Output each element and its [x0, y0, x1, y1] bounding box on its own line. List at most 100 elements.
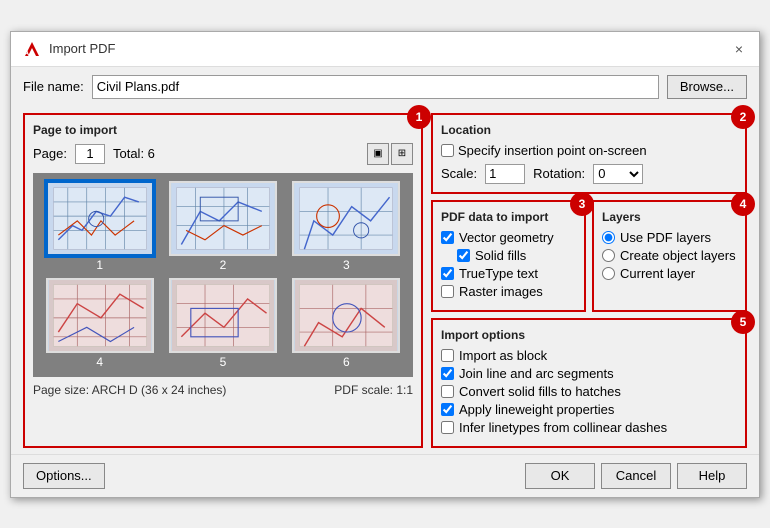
page-size-row: Page size: ARCH D (36 x 24 inches) PDF s… [33, 383, 413, 397]
join-line-arc-label[interactable]: Join line and arc segments [459, 366, 614, 381]
thumbnail-label-4: 4 [96, 355, 103, 369]
svg-text:A: A [24, 50, 29, 57]
badge-4: 4 [731, 192, 755, 216]
create-object-layers-label[interactable]: Create object layers [620, 248, 736, 263]
raster-images-label[interactable]: Raster images [459, 284, 543, 299]
file-row: File name: Browse... [11, 67, 759, 107]
page-controls: Page: Total: 6 ▣ ⊞ [33, 143, 413, 165]
options-button[interactable]: Options... [23, 463, 105, 489]
layers-title: Layers [602, 210, 737, 224]
infer-linetypes-label[interactable]: Infer linetypes from collinear dashes [459, 420, 667, 435]
specify-label[interactable]: Specify insertion point on-screen [458, 143, 647, 158]
location-section: 2 Location Specify insertion point on-sc… [431, 113, 747, 194]
thumbnail-img-2 [169, 181, 277, 256]
import-options-title: Import options [441, 328, 737, 342]
scale-input[interactable] [485, 164, 525, 184]
solid-fills-label[interactable]: Solid fills [475, 248, 526, 263]
dialog-title: Import PDF [49, 41, 115, 56]
main-content: 1 Page to import Page: Total: 6 ▣ ⊞ [11, 107, 759, 454]
browse-button[interactable]: Browse... [667, 75, 747, 99]
page-to-import-panel: 1 Page to import Page: Total: 6 ▣ ⊞ [23, 113, 423, 448]
ok-button[interactable]: OK [525, 463, 595, 489]
thumbnail-img-5 [169, 278, 277, 353]
infer-linetypes-checkbox[interactable] [441, 421, 454, 434]
scale-rotation-row: Scale: Rotation: 0 90 180 270 [441, 164, 737, 184]
convert-solid-fills-label[interactable]: Convert solid fills to hatches [459, 384, 621, 399]
apply-lineweight-label[interactable]: Apply lineweight properties [459, 402, 614, 417]
scale-label: Scale: [441, 166, 477, 181]
layers-section: 4 Layers Use PDF layers Create object la… [592, 200, 747, 312]
badge-5: 5 [731, 310, 755, 334]
apply-lineweight-checkbox[interactable] [441, 403, 454, 416]
create-object-layers-row: Create object layers [602, 248, 737, 263]
solid-fills-row: Solid fills [457, 248, 576, 263]
page-size-label: Page size: ARCH D (36 x 24 inches) [33, 383, 226, 397]
solid-fills-checkbox[interactable] [457, 249, 470, 262]
grid-view-button[interactable]: ⊞ [391, 143, 413, 165]
pdf-scale-label: PDF scale: 1:1 [334, 383, 413, 397]
thumbnail-img-4 [46, 278, 154, 353]
truetype-row: TrueType text [441, 266, 576, 281]
use-pdf-layers-label[interactable]: Use PDF layers [620, 230, 711, 245]
vector-geometry-checkbox[interactable] [441, 231, 454, 244]
thumbnail-img-1 [46, 181, 154, 256]
import-as-block-label[interactable]: Import as block [459, 348, 547, 363]
bottom-buttons: Options... OK Cancel Help [11, 454, 759, 497]
title-bar-left: A Import PDF [23, 40, 115, 58]
thumbnail-label-5: 5 [220, 355, 227, 369]
help-button[interactable]: Help [677, 463, 747, 489]
thumbnail-6[interactable]: 6 [288, 278, 405, 369]
thumbnail-label-1: 1 [96, 258, 103, 272]
import-as-block-checkbox[interactable] [441, 349, 454, 362]
badge-2: 2 [731, 105, 755, 129]
import-pdf-dialog: A Import PDF × File name: Browse... 1 Pa… [10, 31, 760, 498]
use-pdf-layers-row: Use PDF layers [602, 230, 737, 245]
rotation-select[interactable]: 0 90 180 270 [593, 164, 643, 184]
total-label: Total: 6 [113, 146, 155, 161]
specify-checkbox[interactable] [441, 144, 454, 157]
location-title: Location [441, 123, 737, 137]
rotation-label: Rotation: [533, 166, 585, 181]
join-line-arc-row: Join line and arc segments [441, 366, 737, 381]
infer-linetypes-row: Infer linetypes from collinear dashes [441, 420, 737, 435]
truetype-label[interactable]: TrueType text [459, 266, 538, 281]
import-as-block-row: Import as block [441, 348, 737, 363]
badge-3: 3 [570, 192, 594, 216]
autocad-icon: A [23, 40, 41, 58]
title-bar: A Import PDF × [11, 32, 759, 67]
raster-images-row: Raster images [441, 284, 576, 299]
current-layer-label[interactable]: Current layer [620, 266, 695, 281]
thumbnail-4[interactable]: 4 [41, 278, 158, 369]
use-pdf-layers-radio[interactable] [602, 231, 615, 244]
badge-1: 1 [407, 105, 431, 129]
page-label: Page: [33, 146, 67, 161]
pdf-data-title: PDF data to import [441, 210, 576, 224]
import-options-section: 5 Import options Import as block Join li… [431, 318, 747, 448]
specify-row: Specify insertion point on-screen [441, 143, 737, 158]
thumbnail-2[interactable]: 2 [164, 181, 281, 272]
create-object-layers-radio[interactable] [602, 249, 615, 262]
thumbnail-5[interactable]: 5 [164, 278, 281, 369]
pdf-data-section: 3 PDF data to import Vector geometry Sol… [431, 200, 586, 312]
raster-images-checkbox[interactable] [441, 285, 454, 298]
right-panel: 2 Location Specify insertion point on-sc… [423, 113, 747, 448]
convert-solid-fills-checkbox[interactable] [441, 385, 454, 398]
file-name-label: File name: [23, 79, 84, 94]
truetype-checkbox[interactable] [441, 267, 454, 280]
join-line-arc-checkbox[interactable] [441, 367, 454, 380]
thumbnail-3[interactable]: 3 [288, 181, 405, 272]
cancel-button[interactable]: Cancel [601, 463, 671, 489]
thumbnail-label-2: 2 [220, 258, 227, 272]
file-name-input[interactable] [92, 75, 659, 99]
thumbnail-grid: 1 [33, 173, 413, 377]
page-number-input[interactable] [75, 144, 105, 164]
thumbnail-img-3 [292, 181, 400, 256]
vector-geometry-row: Vector geometry [441, 230, 576, 245]
apply-lineweight-row: Apply lineweight properties [441, 402, 737, 417]
thumbnail-1[interactable]: 1 [41, 181, 158, 272]
current-layer-radio[interactable] [602, 267, 615, 280]
single-view-button[interactable]: ▣ [367, 143, 389, 165]
close-button[interactable]: × [731, 41, 747, 57]
page-to-import-title: Page to import [33, 123, 413, 137]
vector-geometry-label[interactable]: Vector geometry [459, 230, 554, 245]
